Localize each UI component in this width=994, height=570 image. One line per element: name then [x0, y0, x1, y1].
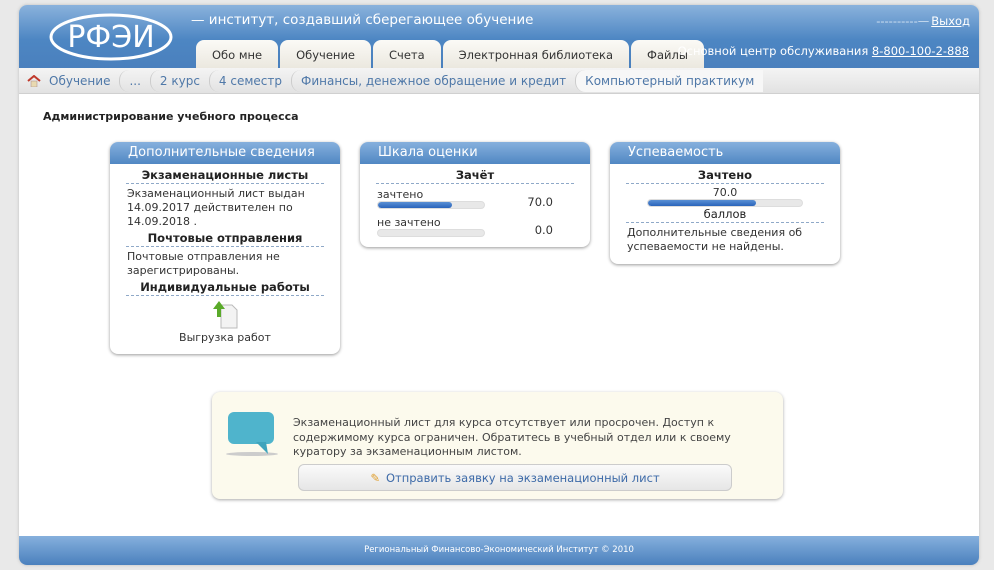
upload-icon: [213, 301, 238, 329]
grade-scale-heading: Зачёт: [376, 168, 574, 184]
breadcrumb-study[interactable]: Обучение: [45, 70, 119, 92]
request-exam-sheet-button[interactable]: ✎ Отправить заявку на экзаменационный лис…: [298, 464, 732, 491]
tab-study[interactable]: Обучение: [280, 40, 371, 68]
breadcrumb: Обучение ... 2 курс 4 семестр Финансы, д…: [19, 68, 979, 94]
mail-heading: Почтовые отправления: [126, 231, 324, 247]
service-label: Основной центр обслуживания: [677, 44, 869, 58]
request-button-label: Отправить заявку на экзаменационный лист: [385, 471, 660, 485]
tab-bills[interactable]: Счета: [373, 40, 441, 68]
header: РФЭИ — институт, создавший сберегающее о…: [19, 5, 979, 68]
slogan: — институт, создавший сберегающее обучен…: [191, 12, 534, 28]
grade-value: 0.0: [534, 223, 553, 237]
page-title: Администрирование учебного процесса: [43, 110, 299, 123]
logout-link[interactable]: Выход: [931, 14, 970, 28]
svg-text:РФЭИ: РФЭИ: [67, 20, 154, 55]
progress-panel: Успеваемость Зачтено 70.0 баллов Дополни…: [610, 142, 840, 264]
upload-label: Выгрузка работ: [179, 331, 271, 344]
breadcrumb-ellipsis[interactable]: ...: [119, 69, 149, 92]
grade-scale-panel: Шкала оценки Зачёт зачтено 70.0 не зачтен…: [360, 142, 590, 247]
progress-unit: баллов: [626, 207, 824, 223]
progress-note: Дополнительные сведения об успеваемости …: [627, 226, 803, 253]
breadcrumb-current: Компьютерный практикум: [575, 69, 764, 92]
grade-scale-title: Шкала оценки: [360, 142, 590, 164]
exam-text: Экзаменационный лист выдан 14.09.2017 де…: [127, 187, 305, 228]
page: РФЭИ — институт, создавший сберегающее о…: [19, 5, 979, 565]
exam-heading: Экзаменационные листы: [126, 168, 324, 184]
logo[interactable]: РФЭИ: [49, 9, 174, 63]
mail-text: Почтовые отправления не зарегистрированы…: [127, 250, 280, 277]
main-tabs: Обо мне Обучение Счета Электронная библи…: [196, 40, 704, 68]
breadcrumb-subject[interactable]: Финансы, денежное обращение и кредит: [291, 69, 575, 92]
progress-heading: Зачтено: [626, 168, 824, 184]
tab-library[interactable]: Электронная библиотека: [442, 40, 630, 68]
progress-bar: [647, 199, 803, 207]
progress-value: 70.0: [712, 186, 738, 199]
progress-bar-fill: [648, 200, 756, 206]
grade-row: зачтено 70.0: [360, 184, 590, 212]
breadcrumb-semester[interactable]: 4 семестр: [208, 69, 291, 92]
info-panel-title: Дополнительные сведения: [110, 142, 340, 164]
home-icon[interactable]: [27, 74, 41, 87]
pencil-icon: ✎: [370, 471, 380, 485]
phone-link[interactable]: 8-800-100-2-888: [872, 44, 969, 58]
info-panel: Дополнительные сведения Экзаменационные …: [110, 142, 340, 354]
grade-bar-fill: [378, 202, 453, 208]
grade-bar: [377, 229, 485, 237]
works-heading: Индивидуальные работы: [126, 280, 324, 296]
breadcrumb-course[interactable]: 2 курс: [149, 69, 209, 92]
grade-bar: [377, 201, 485, 209]
tab-about[interactable]: Обо мне: [196, 40, 279, 68]
progress-title: Успеваемость: [610, 142, 840, 164]
speech-bubble-icon: [226, 412, 278, 456]
notice-text: Экзаменационный лист для курса отсутству…: [293, 416, 731, 458]
grade-row: не зачтено 0.0: [360, 212, 590, 240]
upload-button[interactable]: Выгрузка работ: [110, 296, 340, 344]
footer: Региональный Финансово-Экономический Инс…: [19, 536, 979, 565]
grade-value: 70.0: [527, 195, 553, 209]
notice-box: Экзаменационный лист для курса отсутству…: [212, 392, 783, 499]
user-name: ----------—: [876, 14, 930, 28]
